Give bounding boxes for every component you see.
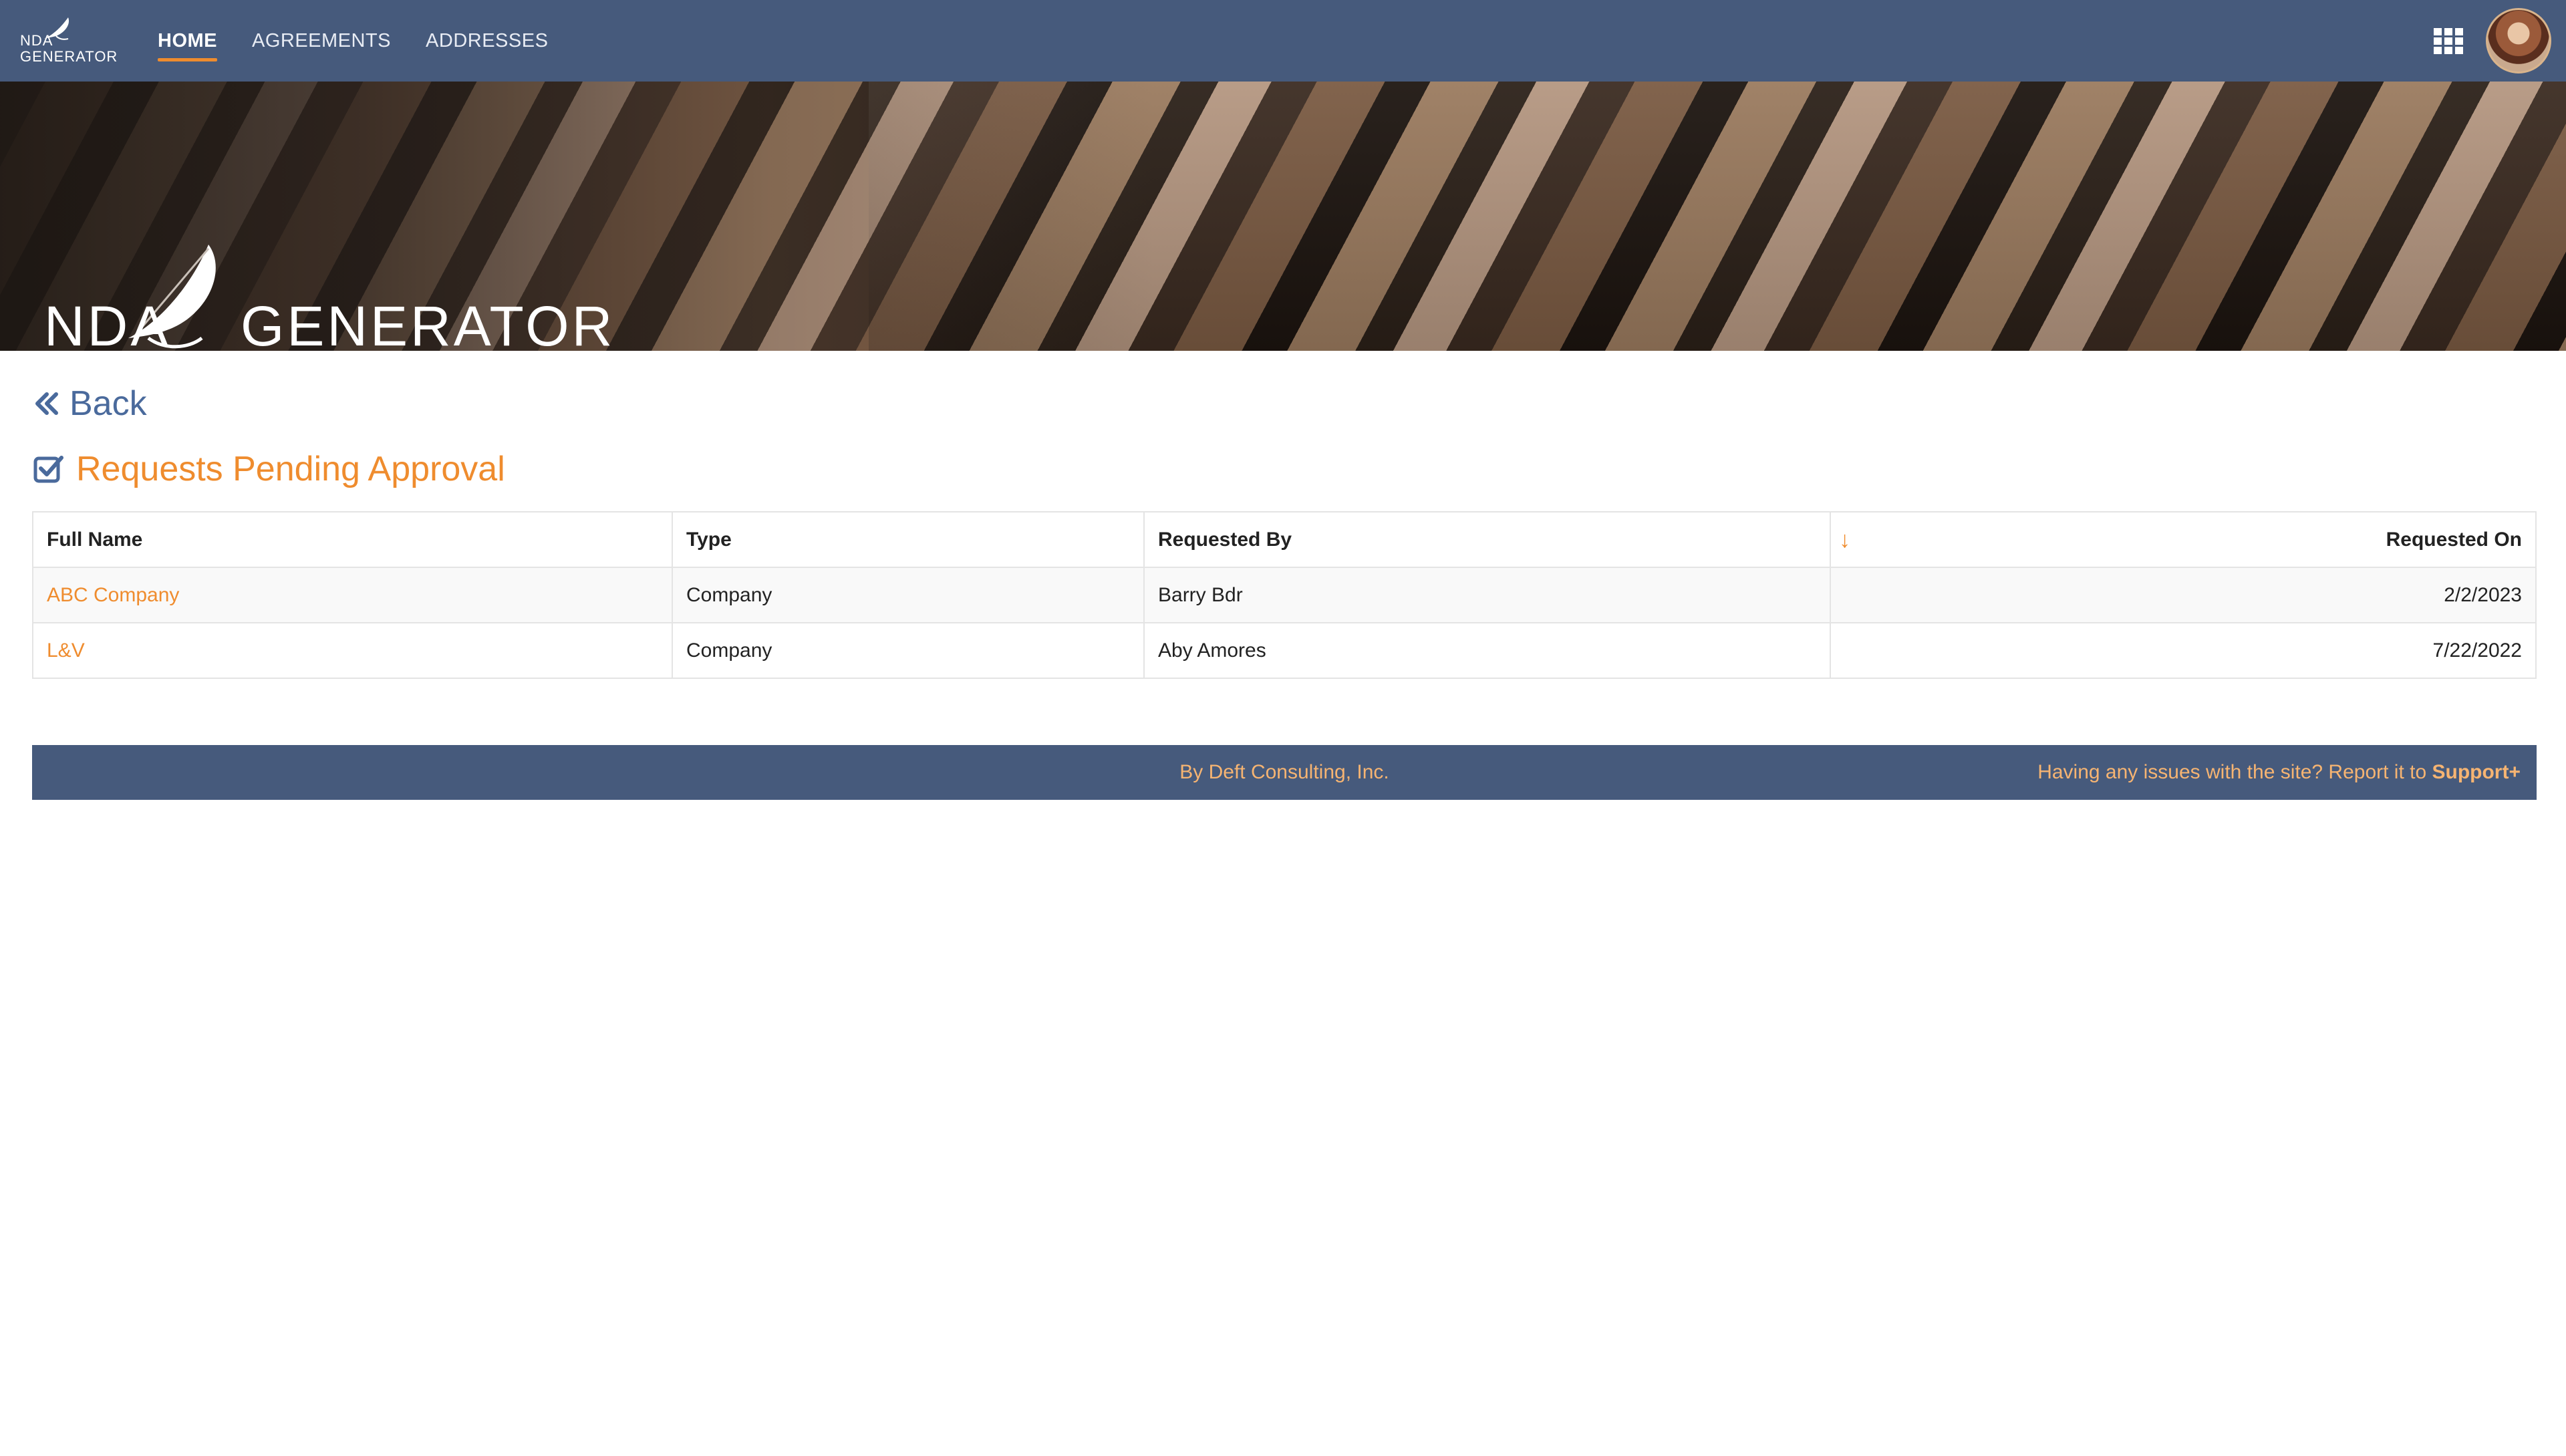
apps-grid-icon[interactable] bbox=[2434, 28, 2463, 55]
column-header-requested-by[interactable]: Requested By bbox=[1143, 511, 1831, 568]
sort-down-arrow-icon[interactable]: ↓ bbox=[1839, 527, 1850, 553]
table-header-row: Full Name Type Requested By ↓ Requested … bbox=[32, 511, 2537, 568]
cell-full-name[interactable]: L&V bbox=[32, 622, 673, 679]
user-avatar[interactable] bbox=[2486, 8, 2551, 74]
nav-logo[interactable]: NDA GENERATOR bbox=[19, 15, 117, 68]
logo-text-generator: GENERATOR bbox=[20, 48, 118, 65]
cell-type: Company bbox=[672, 622, 1145, 679]
back-link[interactable]: Back bbox=[33, 384, 147, 424]
column-header-full-name[interactable]: Full Name bbox=[32, 511, 673, 568]
logo-text-nda: NDA bbox=[20, 32, 53, 49]
cell-requested-by: Barry Bdr bbox=[1143, 567, 1831, 623]
hero-logo-nda: NDA bbox=[44, 295, 171, 351]
hero-logo: NDA GENERATOR bbox=[44, 155, 612, 351]
cell-type: Company bbox=[672, 567, 1145, 623]
footer-support-text: Having any issues with the site? Report … bbox=[2037, 761, 2432, 783]
tab-agreements[interactable]: AGREEMENTS bbox=[252, 25, 391, 57]
footer-support: Having any issues with the site? Report … bbox=[2037, 761, 2521, 784]
cell-requested-on: 7/22/2022 bbox=[1830, 622, 2537, 679]
cell-full-name[interactable]: ABC Company bbox=[32, 567, 673, 623]
hero-banner: NDA GENERATOR bbox=[0, 82, 2566, 351]
double-chevron-left-icon bbox=[35, 392, 58, 415]
support-link[interactable]: Support+ bbox=[2432, 761, 2521, 783]
pending-requests-table: Full Name Type Requested By ↓ Requested … bbox=[32, 511, 2537, 679]
cell-requested-by: Aby Amores bbox=[1143, 622, 1831, 679]
footer-bar: By Deft Consulting, Inc. Having any issu… bbox=[32, 745, 2537, 800]
cell-requested-on: 2/2/2023 bbox=[1830, 567, 2537, 623]
full-name-link[interactable]: L&V bbox=[47, 639, 85, 662]
column-header-requested-on[interactable]: ↓ Requested On bbox=[1830, 511, 2537, 568]
column-header-type[interactable]: Type bbox=[672, 511, 1145, 568]
page-title: Requests Pending Approval bbox=[33, 449, 505, 489]
column-header-requested-on-label: Requested On bbox=[2386, 528, 2522, 551]
hero-image-overlay bbox=[869, 82, 2566, 351]
tab-home[interactable]: HOME bbox=[158, 25, 217, 61]
top-navbar: NDA GENERATOR HOME AGREEMENTS ADDRESSES bbox=[0, 0, 2566, 82]
back-label: Back bbox=[69, 384, 147, 423]
tab-addresses[interactable]: ADDRESSES bbox=[426, 25, 548, 57]
table-row[interactable]: ABC Company Company Barry Bdr 2/2/2023 bbox=[32, 567, 2537, 623]
full-name-link[interactable]: ABC Company bbox=[47, 584, 179, 606]
table-row[interactable]: L&V Company Aby Amores 7/22/2022 bbox=[32, 622, 2537, 679]
nav-tabs: HOME AGREEMENTS ADDRESSES bbox=[158, 0, 548, 82]
hero-logo-generator: GENERATOR bbox=[241, 295, 615, 351]
page-title-text: Requests Pending Approval bbox=[76, 450, 505, 488]
checkbox-icon bbox=[33, 456, 63, 483]
